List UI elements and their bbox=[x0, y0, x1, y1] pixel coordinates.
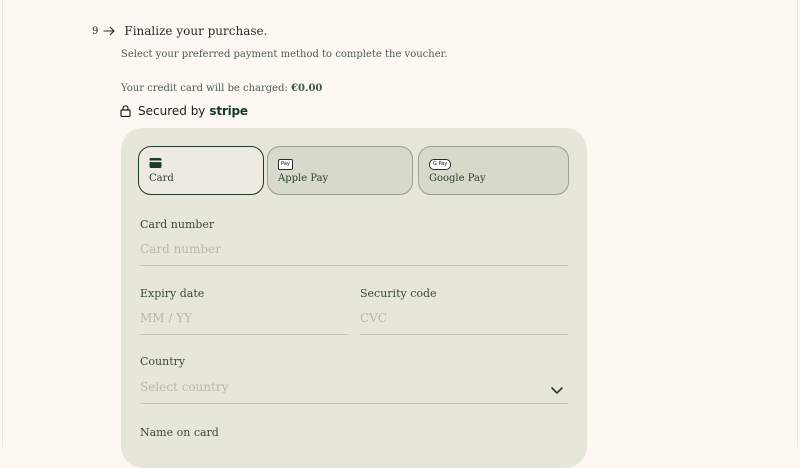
expiry-date-label: Expiry date bbox=[140, 287, 205, 300]
payment-panel: Card Pay Apple Pay G Pay Google Pay Card… bbox=[121, 128, 587, 468]
google-pay-icon: G Pay bbox=[429, 157, 558, 170]
arrow-right-icon bbox=[103, 26, 116, 36]
lock-icon bbox=[120, 105, 131, 117]
payment-tab-apple-pay[interactable]: Pay Apple Pay bbox=[267, 146, 413, 195]
page-edge-left bbox=[2, 0, 3, 447]
card-number-input[interactable]: Card number bbox=[140, 240, 568, 266]
country-select[interactable]: Select country bbox=[140, 378, 568, 404]
apple-pay-icon: Pay bbox=[278, 157, 402, 170]
step-heading: 9 Finalize your purchase. bbox=[92, 24, 267, 38]
secured-label: Secured by bbox=[138, 104, 206, 118]
payment-tab-google-pay-label: Google Pay bbox=[429, 173, 486, 184]
payment-tab-apple-pay-label: Apple Pay bbox=[278, 173, 329, 184]
security-code-input[interactable]: CVC bbox=[360, 309, 568, 335]
expiry-date-input[interactable]: MM / YY bbox=[140, 309, 348, 335]
step-number: 9 bbox=[92, 25, 99, 37]
charge-amount: €0.00 bbox=[291, 83, 323, 94]
payment-tab-card[interactable]: Card bbox=[138, 146, 264, 195]
security-code-label: Security code bbox=[360, 287, 437, 300]
apple-pay-badge: Pay bbox=[278, 158, 293, 170]
country-select-placeholder: Select country bbox=[140, 380, 229, 394]
payment-tab-card-label: Card bbox=[149, 173, 174, 184]
page-edge-right bbox=[797, 0, 798, 447]
stripe-logo: stripe bbox=[209, 104, 248, 118]
card-number-label: Card number bbox=[140, 218, 215, 231]
secured-by-stripe: Secured by stripe bbox=[120, 104, 248, 118]
charge-prefix: Your credit card will be charged: bbox=[121, 83, 292, 94]
charge-line: Your credit card will be charged: €0.00 bbox=[121, 83, 322, 94]
credit-card-icon bbox=[149, 158, 162, 168]
step-title: Finalize your purchase. bbox=[124, 24, 268, 38]
payment-tab-google-pay[interactable]: G Pay Google Pay bbox=[418, 146, 569, 195]
name-on-card-label: Name on card bbox=[140, 426, 219, 439]
country-label: Country bbox=[140, 355, 186, 368]
step-subtitle: Select your preferred payment method to … bbox=[121, 49, 448, 60]
google-pay-badge: G Pay bbox=[429, 158, 452, 170]
chevron-down-icon bbox=[550, 386, 564, 395]
